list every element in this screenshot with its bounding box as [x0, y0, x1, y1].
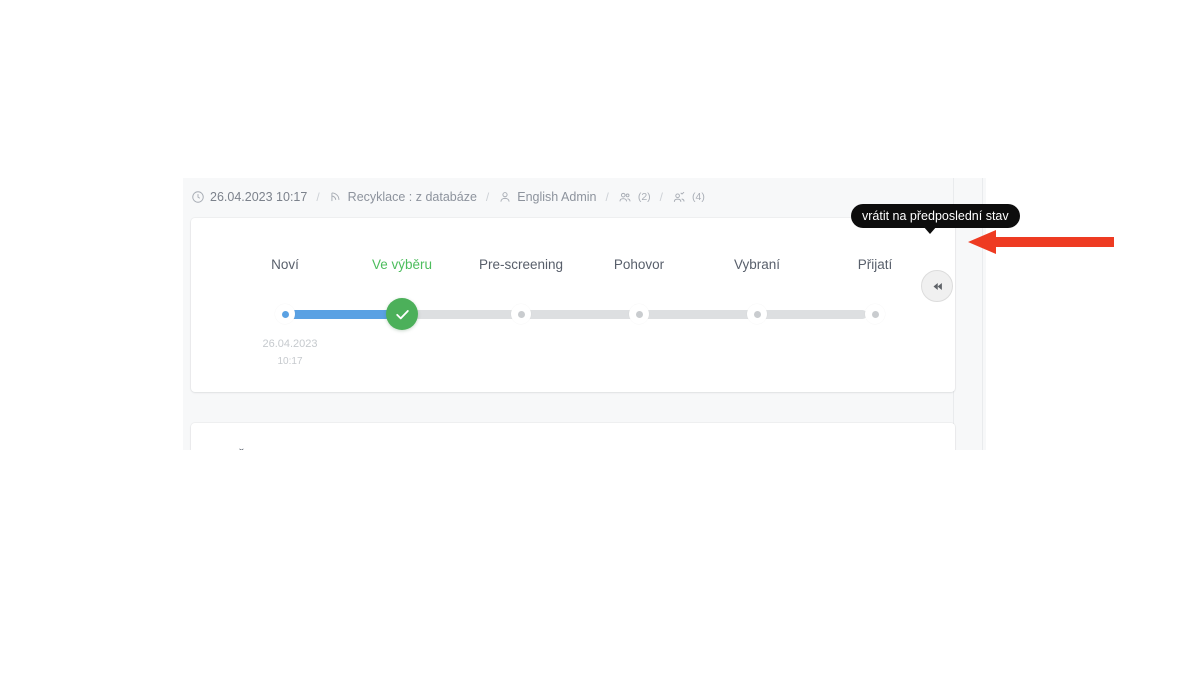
revert-button-tooltip: vrátit na předposlední stav — [851, 204, 1020, 228]
breadcrumb-label: 26.04.2023 10:17 — [210, 190, 308, 204]
breadcrumb-item-selected-candidates[interactable]: (4) — [672, 190, 705, 204]
stepper-label-novi[interactable]: Noví — [271, 256, 299, 274]
red-left-arrow-annotation — [968, 230, 1114, 254]
breadcrumb-label: Recyklace : z databáze — [347, 190, 477, 204]
users-check-icon — [672, 190, 686, 204]
stepper-node-date-time: 10:17 — [277, 356, 303, 367]
rewind-double-left-icon — [933, 282, 942, 290]
attachment-file-icon — [211, 447, 228, 450]
breadcrumb-label: English Admin — [517, 190, 597, 204]
node-dot-icon — [753, 310, 761, 318]
stepper-label-prijati[interactable]: Přijatí — [858, 256, 893, 274]
breadcrumb-separator: / — [485, 190, 490, 204]
stepper-track — [191, 298, 955, 330]
breadcrumb-separator: / — [659, 190, 664, 204]
stepper-node-pohovor[interactable] — [629, 304, 649, 324]
breadcrumb-separator: / — [316, 190, 320, 204]
stepper-node-date-day: 26.04.2023 — [262, 338, 318, 350]
stepper-label-vybrani[interactable]: Vybraní — [734, 256, 780, 274]
users-icon — [618, 190, 632, 204]
stepper-labels: Noví Ve výběru Pre-screening Pohovor Vyb… — [191, 256, 955, 274]
breadcrumb-item-user[interactable]: English Admin — [498, 190, 596, 204]
user-icon — [498, 190, 512, 204]
breadcrumb-count: (2) — [637, 191, 651, 203]
breadcrumb-item-timestamp[interactable]: 26.04.2023 10:17 — [191, 190, 307, 204]
stepper-node-vybrani[interactable] — [747, 304, 767, 324]
breadcrumb-item-source[interactable]: Recyklace : z databáze — [329, 190, 477, 204]
stepper-label-ve-vyberu[interactable]: Ve výběru — [372, 256, 432, 274]
attachments-card-title: Životopisy a přílohy — [237, 448, 358, 451]
stepper-node-novi[interactable] — [275, 304, 295, 324]
node-dot-icon — [871, 310, 879, 318]
stepper-label-pre-screening[interactable]: Pre-screening — [479, 256, 563, 274]
check-icon — [395, 309, 409, 319]
rss-icon — [329, 190, 343, 204]
breadcrumb-item-candidates[interactable]: (2) — [618, 190, 651, 204]
stepper-node-pre-screening[interactable] — [511, 304, 531, 324]
pipeline-stage-card: Noví Ve výběru Pre-screening Pohovor Vyb… — [191, 218, 955, 392]
attachments-card-header: Životopisy a přílohy — [211, 447, 358, 451]
stepper-node-ve-vyberu[interactable] — [386, 298, 418, 330]
node-dot-icon — [517, 310, 525, 318]
tooltip-pointer-icon — [923, 226, 937, 234]
revert-to-previous-state-button[interactable] — [921, 270, 953, 302]
node-dot-icon — [281, 310, 289, 318]
stepper-node-prijati[interactable] — [865, 304, 885, 324]
breadcrumb-separator: / — [605, 190, 609, 204]
stepper-label-pohovor[interactable]: Pohovor — [614, 256, 664, 274]
breadcrumb: 26.04.2023 10:17 / Recyklace : z databáz… — [191, 186, 705, 208]
attachments-card: Životopisy a přílohy — [191, 423, 955, 450]
screenshot-canvas: vrátit na předposlední stav 26.04.2023 1… — [0, 0, 1200, 678]
stepper-track-progress — [285, 310, 402, 319]
breadcrumb-count: (4) — [692, 191, 705, 203]
clock-icon — [191, 190, 205, 204]
stepper-node-date: 26.04.2023 10:17 — [262, 336, 317, 370]
pipeline-stepper: Noví Ve výběru Pre-screening Pohovor Vyb… — [191, 218, 955, 392]
node-dot-icon — [635, 310, 643, 318]
